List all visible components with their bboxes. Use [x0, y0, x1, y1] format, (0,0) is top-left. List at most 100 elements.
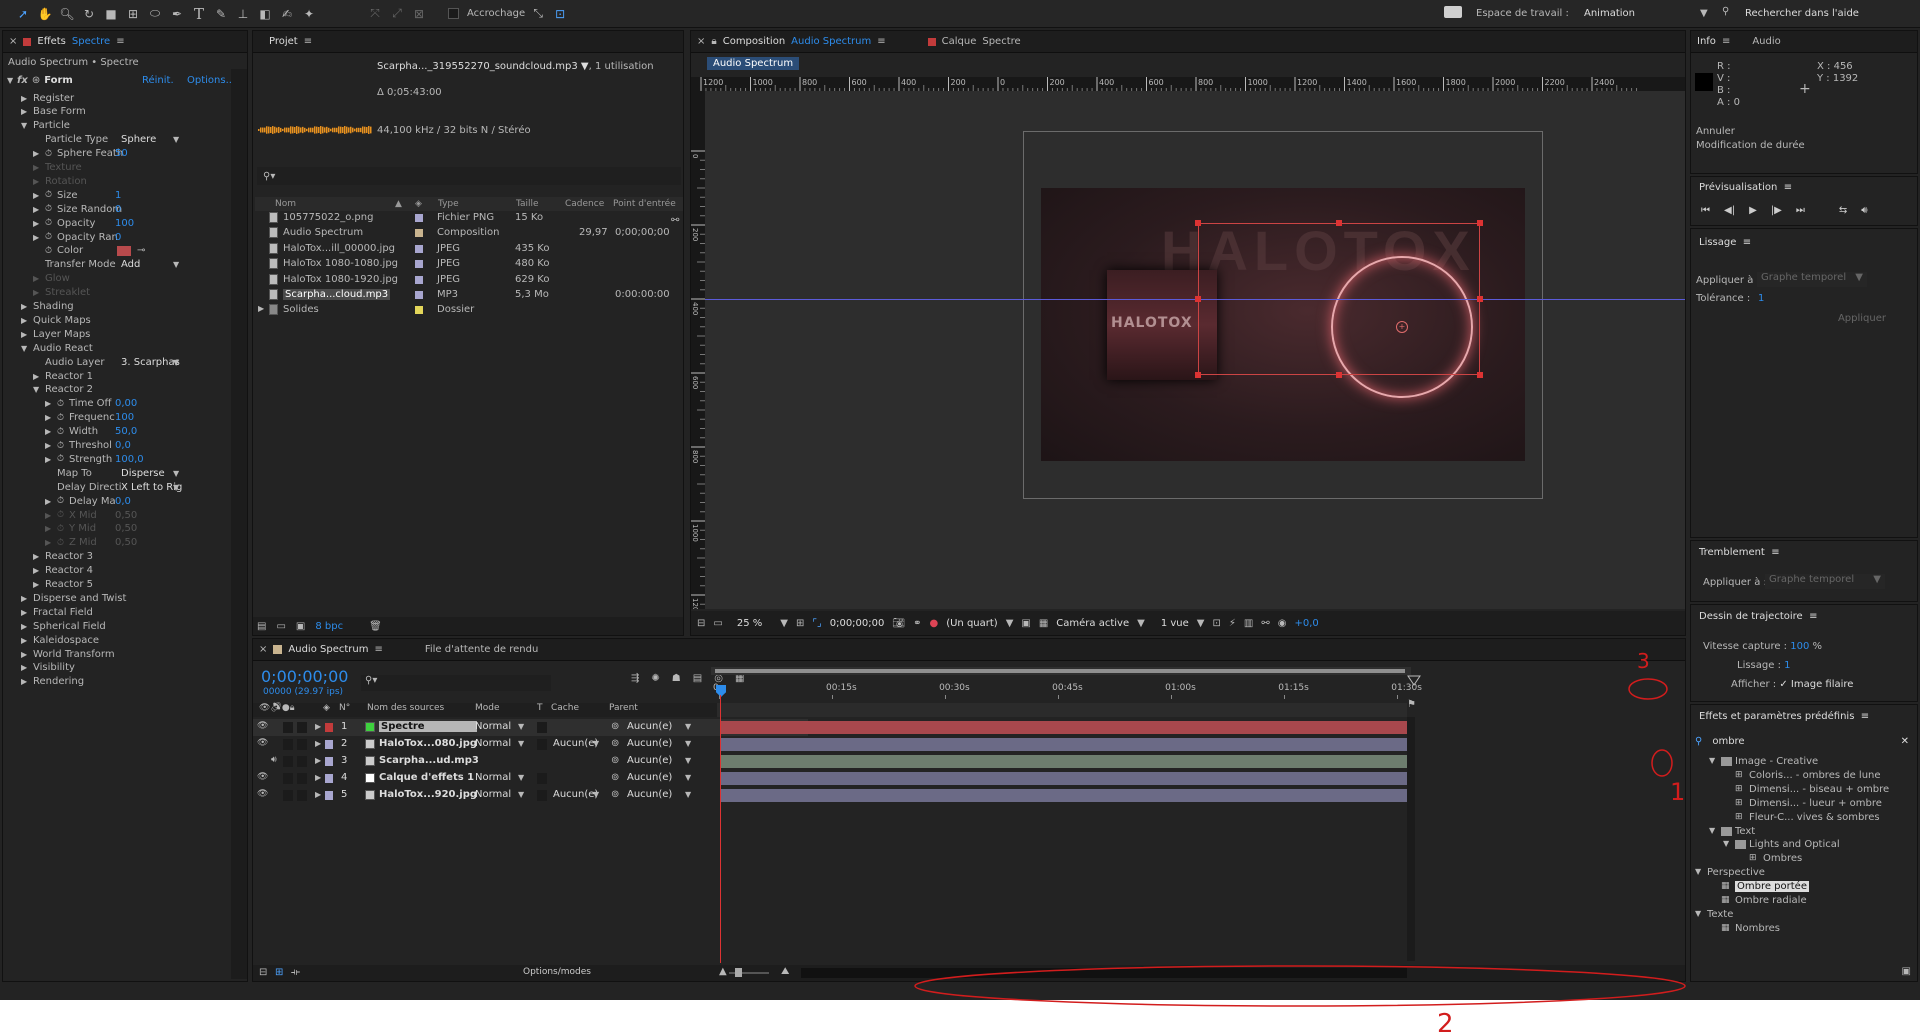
loop-icon[interactable]: ⇆: [1839, 205, 1847, 216]
stopwatch-icon[interactable]: ⏱: [57, 496, 64, 506]
expand-triangle-icon[interactable]: ▶: [33, 566, 39, 575]
stopwatch-icon[interactable]: ⏱: [57, 399, 64, 409]
parent-value[interactable]: Aucun(e): [627, 755, 672, 766]
expand-triangle-icon[interactable]: ▶: [33, 191, 39, 200]
stopwatch-icon[interactable]: ⏱: [57, 441, 64, 451]
col-source-name[interactable]: Nom des sources: [367, 703, 444, 713]
puppet-pin-tool-icon[interactable]: ✦: [300, 5, 318, 23]
ellipse-tool-icon[interactable]: ⬭: [146, 5, 164, 23]
views-dropdown-icon[interactable]: ▼: [1197, 618, 1205, 629]
chevron-down-icon[interactable]: ▼: [173, 469, 179, 478]
new-folder-icon[interactable]: ▭: [276, 621, 285, 632]
panel-menu-icon[interactable]: ≡: [1806, 611, 1817, 622]
chevron-down-icon[interactable]: ▼: [518, 722, 524, 731]
expand-triangle-icon[interactable]: ▼: [1695, 909, 1701, 918]
preset-tree-item[interactable]: ▼ Lights and Optical: [1691, 838, 1913, 852]
transform-handle[interactable]: [1195, 372, 1201, 378]
expand-triangle-icon[interactable]: ▶: [21, 636, 27, 645]
selection-tool-icon[interactable]: ➚: [14, 5, 32, 23]
pen-tool-icon[interactable]: ✒: [168, 5, 186, 23]
timeline-icon[interactable]: ▥: [1244, 618, 1253, 629]
bit-depth[interactable]: 8 bpc: [315, 621, 343, 632]
expand-triangle-icon[interactable]: ▼: [1695, 867, 1701, 876]
capture-speed-value[interactable]: 100: [1790, 641, 1809, 652]
property-value[interactable]: 50: [115, 148, 128, 159]
eye-icon[interactable]: 👁︎: [257, 789, 268, 799]
lock-box[interactable]: [297, 756, 307, 767]
transform-handle[interactable]: [1336, 372, 1342, 378]
panel-menu-icon[interactable]: ≡: [116, 36, 124, 47]
preserve-transparency-box[interactable]: [537, 722, 547, 733]
expand-triangle-icon[interactable]: ▶: [45, 497, 51, 506]
panel-menu-icon[interactable]: ≡: [374, 644, 382, 655]
prev-frame-icon[interactable]: ◀|: [1724, 205, 1735, 216]
property-value[interactable]: 0,50: [115, 510, 137, 521]
close-icon[interactable]: ×: [259, 644, 267, 655]
snap-checkbox[interactable]: [448, 8, 459, 19]
flowchart-icon[interactable]: ⚯: [671, 215, 679, 226]
work-area-range[interactable]: [715, 669, 1405, 673]
fx-options-link[interactable]: Options...: [187, 75, 235, 86]
preset-tree-item[interactable]: ▦ Ombre radiale: [1691, 894, 1913, 908]
camera-dropdown-icon[interactable]: ▼: [1137, 618, 1145, 629]
lock-icon[interactable]: 🔒︎: [711, 36, 716, 47]
parent-value[interactable]: Aucun(e): [627, 738, 672, 749]
preset-tree-item[interactable]: ▼ Perspective: [1691, 866, 1913, 880]
tolerance-value[interactable]: 1: [1758, 293, 1764, 304]
brush-tool-icon[interactable]: ✎: [212, 5, 230, 23]
stopwatch-icon[interactable]: ⏱: [45, 218, 52, 228]
wireframe-checkbox[interactable]: ✓: [1779, 679, 1787, 690]
panel-menu-icon[interactable]: ≡: [1781, 182, 1792, 193]
views-value[interactable]: 1 vue: [1161, 618, 1189, 629]
pick-whip-icon[interactable]: ⊚: [611, 738, 619, 749]
fx-expand-icon[interactable]: ▼: [7, 76, 17, 85]
expand-triangle-icon[interactable]: ▶: [33, 552, 39, 561]
project-tab-label[interactable]: Projet: [269, 36, 298, 47]
stopwatch-icon[interactable]: ⏱: [45, 149, 52, 159]
hand-tool-icon[interactable]: ✋: [36, 5, 54, 23]
eraser-tool-icon[interactable]: ◧: [256, 5, 274, 23]
pick-whip-icon[interactable]: ⊚: [611, 772, 619, 783]
chevron-down-icon[interactable]: ▼: [173, 135, 179, 144]
transform-handle[interactable]: [1477, 296, 1483, 302]
stopwatch-icon[interactable]: ⏱: [45, 190, 52, 200]
reset-exposure-icon[interactable]: ◉: [1278, 618, 1287, 629]
solo-box[interactable]: [283, 790, 293, 801]
region-of-interest-icon[interactable]: ▣: [1021, 618, 1030, 629]
expand-layer-switches-icon[interactable]: ⊟: [259, 967, 267, 978]
new-comp-icon[interactable]: ▣: [296, 621, 305, 632]
timeline-scrollbar[interactable]: [1407, 717, 1415, 961]
expand-triangle-icon[interactable]: ▶: [33, 288, 39, 297]
property-value[interactable]: 0,50: [115, 523, 137, 534]
smoothing-apply-dropdown[interactable]: Graphe temporel ▼: [1757, 272, 1867, 287]
selected-file-title[interactable]: Scarpha..._319552270_soundcloud.mp3 ▼: [377, 61, 589, 72]
property-value[interactable]: Sphere: [121, 134, 156, 145]
fx-reset-link[interactable]: Réinit.: [142, 75, 174, 86]
pick-whip-icon[interactable]: ⊚: [611, 755, 619, 766]
exposure-value[interactable]: +0,0: [1294, 618, 1318, 629]
label-color[interactable]: [325, 723, 333, 732]
expand-triangle-icon[interactable]: ▶: [33, 274, 39, 283]
expand-triangle-icon[interactable]: ▶: [21, 302, 27, 311]
project-item-row[interactable]: ▶ Solides Dossier: [255, 303, 669, 318]
layer-duration-bar[interactable]: [721, 772, 1407, 785]
comp-button-icon[interactable]: ⚑: [1407, 699, 1416, 710]
layer-duration-bar[interactable]: [721, 755, 1407, 768]
show-snapshot-icon[interactable]: ⚭: [913, 618, 921, 629]
preset-tree-item[interactable]: ▼ Text: [1691, 825, 1913, 839]
project-item-row[interactable]: Audio Spectrum Composition 29,97 0;00;00;00: [255, 226, 670, 241]
play-icon[interactable]: ▶: [1749, 205, 1757, 216]
property-value[interactable]: 3. Scarphas: [121, 357, 180, 368]
transform-handle[interactable]: [1195, 296, 1201, 302]
smoothing-apply-button[interactable]: Appliquer: [1827, 313, 1897, 329]
flowchart-icon[interactable]: ⚯: [1261, 618, 1269, 629]
expand-modes-icon[interactable]: ⊞: [275, 967, 283, 978]
camera-value[interactable]: Caméra active: [1056, 618, 1129, 629]
layer-duration-bar[interactable]: [721, 789, 1407, 802]
zoom-value[interactable]: 25 %: [737, 618, 762, 629]
solo-box[interactable]: [283, 773, 293, 784]
expand-triangle-icon[interactable]: ▶: [33, 177, 39, 186]
layer-tab-name[interactable]: Spectre: [982, 36, 1020, 47]
expand-triangle-icon[interactable]: ▶: [315, 739, 321, 748]
comp-tab-name[interactable]: Audio Spectrum: [791, 36, 871, 47]
